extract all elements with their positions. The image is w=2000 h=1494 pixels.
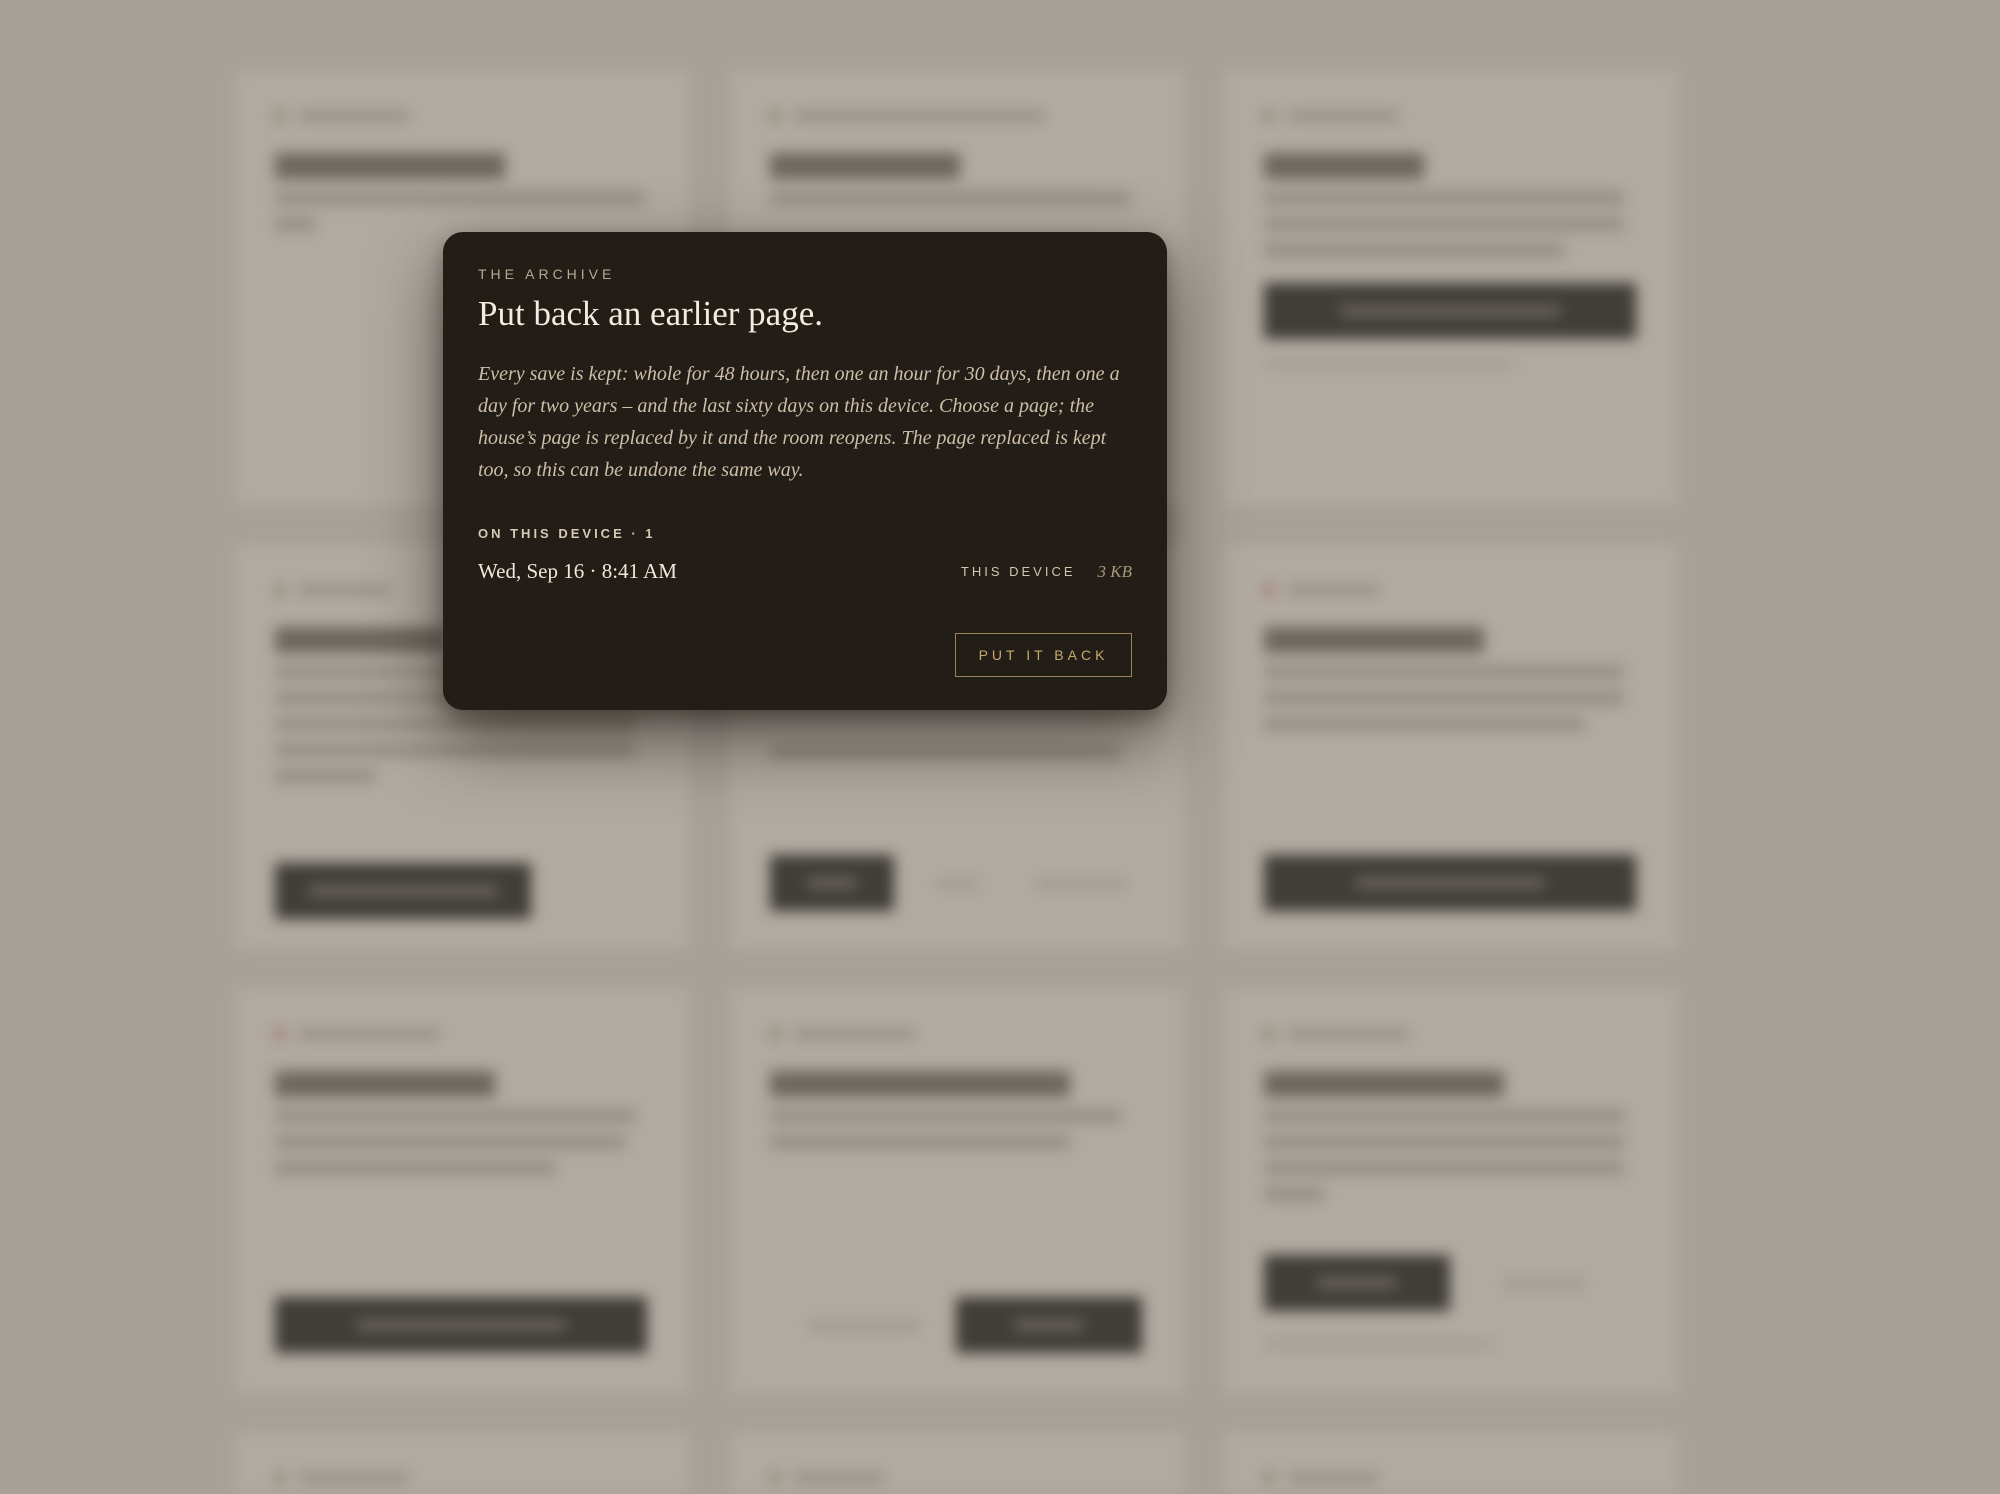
entry-date: Wed, Sep 16 · 8:41 AM [478,559,677,583]
background-card [236,990,688,1392]
entry-size: 3 KB [1097,561,1132,581]
device-section-label: ON THIS DEVICE · 1 [478,526,656,541]
archive-entry[interactable]: Wed, Sep 16 · 8:41 AM THIS DEVICE 3 KB [478,559,1132,584]
dialog-description: Every save is kept: whole for 48 hours, … [478,363,1120,481]
background-card [731,990,1183,1392]
background-card [1225,1434,1677,1494]
background-card [731,1434,1183,1494]
background-card [1225,990,1677,1392]
background-card [1225,72,1677,504]
entry-location: THIS DEVICE [960,564,1076,579]
archive-dialog: THE ARCHIVE Put back an earlier page. Ev… [443,232,1167,710]
background-card [1225,546,1677,948]
entry-meta: THIS DEVICE 3 KB [961,562,1132,582]
background-page [0,0,2000,1494]
put-it-back-button[interactable]: PUT IT BACK [955,633,1132,677]
dialog-title: Put back an earlier page. [478,294,823,333]
background-card [236,1434,688,1494]
dialog-eyebrow: THE ARCHIVE [478,266,616,282]
